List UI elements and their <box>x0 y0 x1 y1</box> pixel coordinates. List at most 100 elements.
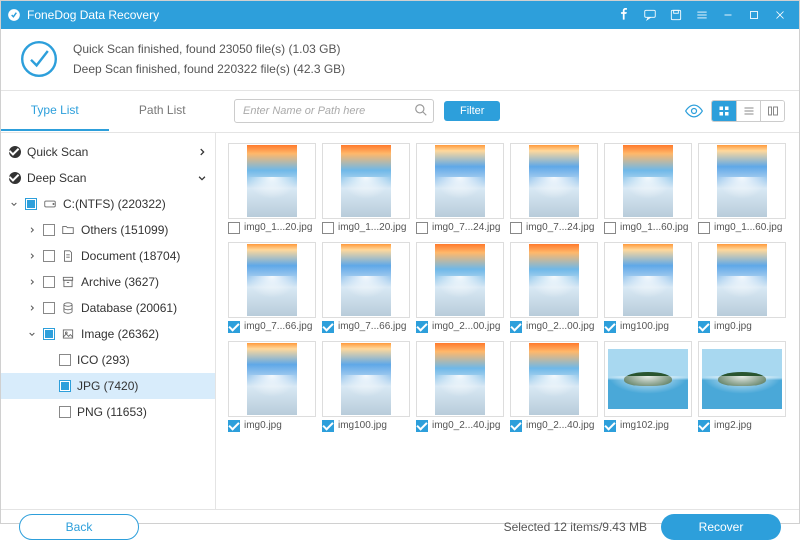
thumbnail[interactable] <box>416 143 504 219</box>
item-checkbox[interactable] <box>510 420 522 432</box>
item-filename: img0_7...66.jpg <box>244 321 312 332</box>
tree-png[interactable]: PNG (11653) <box>1 399 215 425</box>
checkbox[interactable] <box>43 224 55 236</box>
thumbnail[interactable] <box>698 143 786 219</box>
filter-button[interactable]: Filter <box>444 101 500 121</box>
tree-document[interactable]: Document (18704) <box>1 243 215 269</box>
grid-item[interactable]: img102.jpg <box>604 341 692 432</box>
checkbox[interactable] <box>59 406 71 418</box>
maximize-button[interactable] <box>741 1 767 29</box>
grid-item[interactable]: img0_2...40.jpg <box>416 341 504 432</box>
checkbox[interactable] <box>43 276 55 288</box>
grid-item[interactable]: img2.jpg <box>698 341 786 432</box>
item-checkbox[interactable] <box>604 222 616 234</box>
grid-item[interactable]: img0_2...40.jpg <box>510 341 598 432</box>
item-filename: img0_2...40.jpg <box>432 420 500 431</box>
grid-item[interactable]: img0.jpg <box>228 341 316 432</box>
close-button[interactable] <box>767 1 793 29</box>
tab-path-list[interactable]: Path List <box>109 91 217 131</box>
thumbnail[interactable] <box>510 242 598 318</box>
thumbnail[interactable] <box>698 242 786 318</box>
feedback-icon[interactable] <box>637 1 663 29</box>
thumbnail[interactable] <box>322 242 410 318</box>
recover-button[interactable]: Recover <box>661 514 781 540</box>
item-checkbox[interactable] <box>322 321 334 333</box>
tree-archive[interactable]: Archive (3627) <box>1 269 215 295</box>
thumbnail[interactable] <box>228 143 316 219</box>
thumbnail[interactable] <box>510 143 598 219</box>
thumbnail[interactable] <box>416 341 504 417</box>
grid-item[interactable]: img0_1...20.jpg <box>322 143 410 234</box>
tree-others[interactable]: Others (151099) <box>1 217 215 243</box>
tree-label: Others (151099) <box>81 223 168 237</box>
grid-item[interactable]: img0_2...00.jpg <box>510 242 598 333</box>
item-checkbox[interactable] <box>698 420 710 432</box>
search-icon[interactable] <box>414 103 428 117</box>
item-checkbox[interactable] <box>322 420 334 432</box>
tree-quick-scan[interactable]: Quick Scan <box>1 139 215 165</box>
facebook-icon[interactable] <box>611 1 637 29</box>
grid-item[interactable]: img100.jpg <box>604 242 692 333</box>
thumbnail[interactable] <box>228 341 316 417</box>
thumbnail[interactable] <box>604 143 692 219</box>
minimize-button[interactable] <box>715 1 741 29</box>
grid-item[interactable]: img100.jpg <box>322 341 410 432</box>
view-detail-button[interactable] <box>760 101 784 121</box>
tree-label: Database (20061) <box>81 301 177 315</box>
tab-type-list[interactable]: Type List <box>1 91 109 131</box>
tree-image[interactable]: Image (26362) <box>1 321 215 347</box>
grid-item[interactable]: img0_1...60.jpg <box>604 143 692 234</box>
view-list-button[interactable] <box>736 101 760 121</box>
tree-deep-scan[interactable]: Deep Scan <box>1 165 215 191</box>
view-grid-button[interactable] <box>712 101 736 121</box>
tree-database[interactable]: Database (20061) <box>1 295 215 321</box>
grid-item[interactable]: img0_7...24.jpg <box>416 143 504 234</box>
item-checkbox[interactable] <box>228 222 240 234</box>
thumbnail[interactable] <box>322 341 410 417</box>
checkbox[interactable] <box>59 354 71 366</box>
checkbox-indeterminate[interactable] <box>43 328 55 340</box>
back-button[interactable]: Back <box>19 514 139 540</box>
item-checkbox[interactable] <box>604 420 616 432</box>
tree-drive[interactable]: C:(NTFS) (220322) <box>1 191 215 217</box>
thumbnail[interactable] <box>604 341 692 417</box>
item-checkbox[interactable] <box>228 321 240 333</box>
item-checkbox[interactable] <box>698 321 710 333</box>
item-checkbox[interactable] <box>698 222 710 234</box>
grid-item[interactable]: img0_1...60.jpg <box>698 143 786 234</box>
grid-item[interactable]: img0_2...00.jpg <box>416 242 504 333</box>
grid-item[interactable]: img0_7...66.jpg <box>228 242 316 333</box>
menu-icon[interactable] <box>689 1 715 29</box>
tree-label: C:(NTFS) (220322) <box>63 197 166 211</box>
item-filename: img100.jpg <box>620 321 669 332</box>
item-checkbox[interactable] <box>416 321 428 333</box>
item-checkbox[interactable] <box>510 222 522 234</box>
checkbox[interactable] <box>43 250 55 262</box>
tree-jpg[interactable]: JPG (7420) <box>1 373 215 399</box>
thumbnail[interactable] <box>510 341 598 417</box>
thumbnail[interactable] <box>416 242 504 318</box>
preview-toggle-icon[interactable] <box>683 100 705 122</box>
thumbnail[interactable] <box>604 242 692 318</box>
grid-item[interactable]: img0.jpg <box>698 242 786 333</box>
item-checkbox[interactable] <box>416 420 428 432</box>
item-checkbox[interactable] <box>416 222 428 234</box>
thumbnail[interactable] <box>228 242 316 318</box>
item-checkbox[interactable] <box>604 321 616 333</box>
thumbnail[interactable] <box>698 341 786 417</box>
toolbar: Type List Path List Filter <box>1 91 799 133</box>
grid-item[interactable]: img0_7...66.jpg <box>322 242 410 333</box>
item-checkbox[interactable] <box>228 420 240 432</box>
thumbnail[interactable] <box>322 143 410 219</box>
search-input[interactable] <box>234 99 434 123</box>
grid-item[interactable]: img0_1...20.jpg <box>228 143 316 234</box>
save-icon[interactable] <box>663 1 689 29</box>
item-checkbox[interactable] <box>322 222 334 234</box>
checkbox[interactable] <box>43 302 55 314</box>
item-filename: img0_7...24.jpg <box>432 222 500 233</box>
item-checkbox[interactable] <box>510 321 522 333</box>
grid-item[interactable]: img0_7...24.jpg <box>510 143 598 234</box>
checkbox-indeterminate[interactable] <box>25 198 37 210</box>
checkbox-indeterminate[interactable] <box>59 380 71 392</box>
tree-ico[interactable]: ICO (293) <box>1 347 215 373</box>
